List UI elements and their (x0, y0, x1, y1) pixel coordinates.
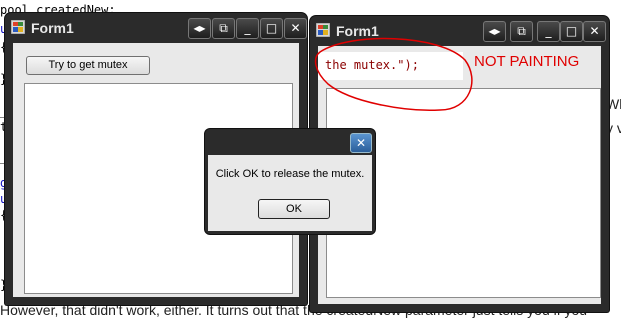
dialog-close-button[interactable]: ✕ (350, 133, 372, 153)
dialog-body: Click OK to release the mutex. OK (208, 155, 372, 231)
arrows-icon[interactable]: ◂▸ (483, 21, 506, 42)
close-button[interactable]: ✕ (583, 21, 606, 42)
message-dialog: ✕ Click OK to release the mutex. OK (205, 129, 375, 234)
try-get-mutex-button[interactable]: Try to get mutex (26, 56, 150, 75)
app-icon (11, 20, 25, 34)
window-title: Form1 (31, 20, 74, 36)
titlebar: Form1 ◂▸ ⧉ _ □ ✕ (5, 13, 307, 43)
maximize-button[interactable]: □ (560, 21, 583, 42)
minimize-button[interactable]: _ (236, 18, 259, 39)
minimize-button[interactable]: _ (537, 21, 560, 42)
maximize-button[interactable]: □ (260, 18, 283, 39)
close-button[interactable]: ✕ (284, 18, 307, 39)
not-painting-annotation: NOT PAINTING (474, 53, 580, 70)
arrows-icon[interactable]: ◂▸ (188, 18, 211, 39)
dialog-message: Click OK to release the mutex. (215, 168, 365, 180)
ok-button[interactable]: OK (258, 199, 330, 219)
restore-icon[interactable]: ⧉ (510, 21, 533, 42)
restore-icon[interactable]: ⧉ (212, 18, 235, 39)
dialog-titlebar: ✕ (205, 129, 375, 155)
annotation-circle (314, 37, 473, 112)
